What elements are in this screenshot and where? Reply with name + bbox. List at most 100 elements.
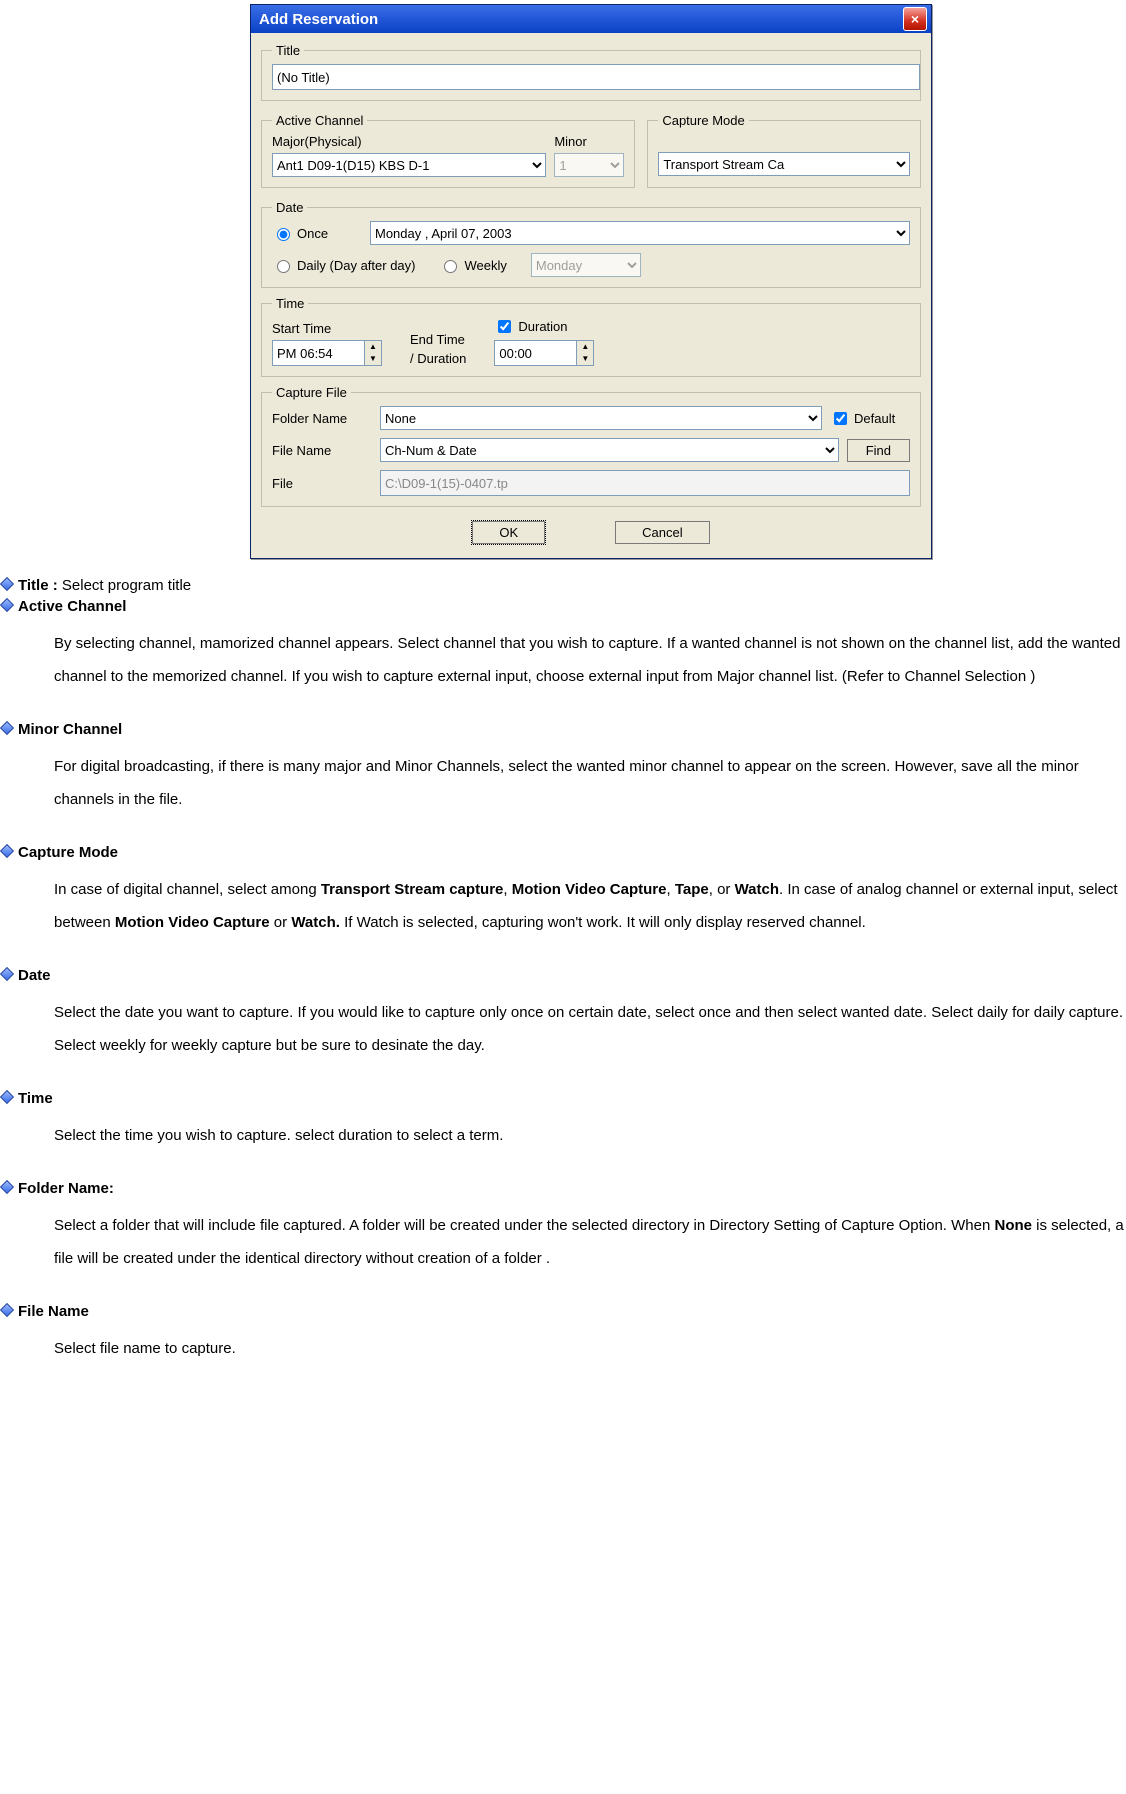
date-daily-label: Daily (Day after day) [297,258,415,273]
duration-spinner[interactable]: ▲ ▼ [494,340,594,366]
cm-t3: , [666,881,674,898]
file-name-select[interactable]: Ch-Num & Date [380,438,839,462]
help-filename-h: File Name [18,1303,89,1320]
folder-t1: Select a folder that will include file c… [54,1217,995,1234]
bullet-icon [0,577,14,591]
bullet-icon [0,967,14,981]
date-weekly-radio[interactable]: Weekly [439,257,506,273]
active-channel-group: Active Channel Major(Physical) Ant1 D09-… [261,113,635,188]
help-date-body: Select the date you want to capture. If … [54,996,1124,1062]
file-path-label: File [272,476,372,491]
dialog-wrapper: Add Reservation × Title Active Channel M… [250,4,932,559]
duration-label: Duration [518,319,567,334]
cm-t2: , [503,881,511,898]
start-time-input[interactable] [272,340,365,366]
help-title-heading: Title : Select program title [2,577,1126,594]
help-time-h: Time [18,1090,53,1107]
dialog-buttons-row: OK Cancel [261,515,921,546]
capture-mode-legend: Capture Mode [658,113,748,128]
help-capture-mode-body: In case of digital channel, select among… [54,873,1124,939]
start-time-down-button[interactable]: ▼ [365,353,381,365]
help-active-channel-heading: Active Channel [2,598,1126,615]
cm-b5: Motion Video Capture [115,914,270,931]
help-folder-body: Select a folder that will include file c… [54,1209,1124,1275]
file-path-input [380,470,910,496]
help-active-channel-body: By selecting channel, mamorized channel … [54,627,1124,693]
duration-up-button[interactable]: ▲ [577,341,593,353]
start-time-spinner[interactable]: ▲ ▼ [272,340,382,366]
duration-down-button[interactable]: ▼ [577,353,593,365]
date-once-select[interactable]: Monday , April 07, 2003 [370,221,910,245]
bullet-icon [0,598,14,612]
help-folder-heading: Folder Name: [2,1180,1126,1197]
start-time-label: Start Time [272,321,382,336]
help-minor-channel-heading: Minor Channel [2,721,1126,738]
time-legend: Time [272,296,308,311]
date-daily-radio[interactable]: Daily (Day after day) [272,257,415,273]
bullet-icon [0,1090,14,1104]
help-filename-heading: File Name [2,1303,1126,1320]
minor-channel-label: Minor [554,134,624,149]
find-button[interactable]: Find [847,439,910,462]
cm-b6: Watch. [291,914,340,931]
cm-b1: Transport Stream capture [321,881,504,898]
date-group: Date Once Monday , April 07, 2003 Daily … [261,200,921,288]
major-channel-select[interactable]: Ant1 D09-1(D15) KBS D-1 [272,153,546,177]
bullet-icon [0,1303,14,1317]
default-label: Default [854,411,895,426]
help-active-channel-h: Active Channel [18,598,126,615]
duration-input[interactable] [494,340,577,366]
default-checkbox[interactable]: Default [830,409,910,428]
help-filename-body: Select file name to capture. [54,1332,1124,1365]
date-legend: Date [272,200,307,215]
help-section: Title : Select program title Active Chan… [0,577,1126,1365]
time-group: Time Start Time ▲ ▼ End Time [261,296,921,377]
capture-mode-select[interactable]: Transport Stream Ca [658,152,910,176]
help-time-body: Select the time you wish to capture. sel… [54,1119,1124,1152]
active-channel-legend: Active Channel [272,113,367,128]
default-checkbox-input[interactable] [834,412,847,425]
bullet-icon [0,721,14,735]
dialog-title: Add Reservation [259,11,378,28]
folder-name-select[interactable]: None [380,406,822,430]
help-title-rest: Select program title [58,577,191,594]
date-once-radio-input[interactable] [277,228,290,241]
date-weekly-label: Weekly [464,258,506,273]
date-once-label: Once [297,226,328,241]
date-once-radio[interactable]: Once [272,225,362,241]
help-folder-h: Folder Name: [18,1180,114,1197]
ok-button[interactable]: OK [472,521,545,544]
cm-t4: , or [709,881,735,898]
minor-channel-select[interactable]: 1 [554,153,624,177]
close-button[interactable]: × [903,7,927,31]
file-name-label: File Name [272,443,372,458]
date-weekly-day-select[interactable]: Monday [531,253,641,277]
help-minor-channel-h: Minor Channel [18,721,122,738]
help-capture-mode-heading: Capture Mode [2,844,1126,861]
duration-checkbox[interactable]: Duration [494,317,594,336]
folder-name-label: Folder Name [272,411,372,426]
close-icon: × [911,11,919,27]
program-title-input[interactable] [272,64,920,90]
start-time-up-button[interactable]: ▲ [365,341,381,353]
end-time-label-line2: / Duration [410,351,466,366]
help-date-h: Date [18,967,51,984]
end-time-label-line1: End Time [410,332,466,347]
help-minor-channel-body: For digital broadcasting, if there is ma… [54,750,1124,816]
date-daily-radio-input[interactable] [277,260,290,273]
folder-b: None [995,1217,1033,1234]
capture-file-group: Capture File Folder Name None Default Fi… [261,385,921,507]
cm-b3: Tape [675,881,709,898]
cm-b4: Watch [735,881,779,898]
date-weekly-radio-input[interactable] [444,260,457,273]
title-legend: Title [272,43,304,58]
capture-file-legend: Capture File [272,385,351,400]
capture-mode-group: Capture Mode Transport Stream Ca [647,113,921,188]
duration-checkbox-input[interactable] [498,320,511,333]
major-channel-label: Major(Physical) [272,134,546,149]
cm-b2: Motion Video Capture [512,881,667,898]
cancel-button[interactable]: Cancel [615,521,709,544]
title-group: Title [261,43,921,101]
cm-t6: or [270,914,292,931]
help-time-heading: Time [2,1090,1126,1107]
